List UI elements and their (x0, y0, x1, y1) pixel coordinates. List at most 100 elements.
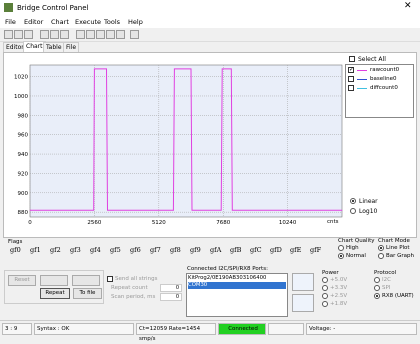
protocol-spi-radio[interactable] (374, 285, 380, 291)
maximize-button[interactable] (385, 3, 393, 11)
title-bar: Bridge Control Panel ✕ (0, 0, 420, 16)
menu-chart[interactable]: Chart (51, 18, 69, 26)
flag-gf2[interactable]: gf2 (50, 246, 61, 254)
radio-dot[interactable] (350, 198, 356, 204)
flag-gf5[interactable]: gf5 (110, 246, 121, 254)
data-point (106, 68, 107, 70)
open-icon[interactable] (14, 30, 23, 39)
legend-checkbox[interactable] (348, 66, 354, 73)
run-icon[interactable] (76, 30, 85, 39)
scale-log10-radio[interactable]: Log10 (350, 208, 400, 216)
protocol-rx8-radio[interactable] (374, 293, 380, 299)
protocol-i2c-radio[interactable] (374, 277, 380, 283)
new-icon[interactable] (4, 30, 13, 39)
scan-period-input[interactable]: 0 (160, 293, 182, 301)
protocol-rx8-label: RX8 (UART) (382, 293, 414, 299)
chart-mode-label: Chart Mode (378, 238, 410, 244)
menu-help[interactable]: Help (128, 18, 143, 26)
port-item[interactable]: KitProg2/0E190AB303106400 (188, 275, 286, 282)
flag-gf4[interactable]: gf4 (90, 246, 101, 254)
power-3v3-radio[interactable] (322, 285, 328, 291)
list-icon[interactable] (106, 30, 115, 39)
legend-row-diffcount0[interactable]: diffcount0 (348, 84, 413, 93)
power-2v5-radio[interactable] (322, 293, 328, 299)
repeat-count-input[interactable]: 0 (160, 284, 182, 292)
power-5v-radio[interactable] (322, 277, 328, 283)
flag-gf9[interactable]: gf9 (190, 246, 201, 254)
power-label: Power (322, 270, 339, 276)
flag-gf6[interactable]: gf6 (130, 246, 141, 254)
flag-gfD[interactable]: gfD (270, 246, 282, 254)
legend-row-baseline0[interactable]: baseline0 (348, 75, 413, 84)
log-icon[interactable] (116, 30, 125, 39)
data-point (221, 68, 223, 70)
app-icon (4, 3, 13, 12)
power-1v8-radio[interactable] (322, 301, 328, 307)
tab-table[interactable]: Table (43, 42, 65, 52)
scale-linear-radio[interactable]: Linear (350, 198, 400, 206)
y-tick-label: 900 (18, 191, 29, 197)
port-item-selected[interactable]: COM30 (188, 282, 286, 289)
flag-gfB[interactable]: gfB (230, 246, 241, 254)
flag-gfF[interactable]: gfF (310, 246, 321, 254)
chart-icon[interactable] (86, 30, 95, 39)
reset-button[interactable]: Reset (8, 275, 36, 286)
flag-gf7[interactable]: gf7 (150, 246, 161, 254)
to-file-button[interactable]: To file (73, 288, 102, 299)
flag-gf0[interactable]: gf0 (10, 246, 21, 254)
menu-tools[interactable]: Tools (104, 18, 120, 26)
menu-execute[interactable]: Execute (75, 18, 101, 26)
radio-dot[interactable] (350, 208, 356, 214)
connect-button[interactable] (292, 273, 314, 291)
select-all-checkbox[interactable]: Select All (349, 55, 409, 63)
status-bar: 3 : 9 Syntax : OK Ct=12059 Rate=1454 smp… (0, 320, 420, 342)
flag-gf1[interactable]: gf1 (30, 246, 41, 254)
y-tick-label: 920 (18, 171, 29, 177)
cursor-position: 3 : 9 (2, 323, 32, 335)
send-all-checkbox[interactable] (107, 276, 113, 282)
save-icon[interactable] (24, 30, 33, 39)
minimize-button[interactable] (366, 3, 374, 4)
chart-quality-label: Chart Quality (338, 238, 375, 244)
copy-icon[interactable] (50, 30, 59, 39)
legend-checkbox[interactable] (348, 85, 354, 91)
mode-line-label: Line Plot (386, 245, 410, 251)
y-tick-label: 1020 (14, 75, 28, 81)
quality-high-radio[interactable] (338, 245, 344, 251)
legend-checkbox[interactable] (348, 76, 354, 82)
menu-editor[interactable]: Editor (24, 18, 43, 26)
flag-gf3[interactable]: gf3 (70, 246, 81, 254)
menu-file[interactable]: File (5, 18, 16, 26)
close-button[interactable]: ✕ (404, 1, 412, 11)
legend-row-rawcount0[interactable]: rawcount0 (348, 66, 413, 75)
send-button[interactable] (40, 275, 68, 286)
select-all-box[interactable] (349, 56, 355, 62)
y-tick-label: 940 (18, 152, 29, 158)
repeat-button[interactable]: Repeat (40, 288, 70, 299)
settings-icon[interactable] (130, 30, 139, 39)
paste-icon[interactable] (60, 30, 69, 39)
ports-list[interactable]: KitProg2/0E190AB303106400 COM30 (186, 273, 288, 317)
flag-gfE[interactable]: gfE (290, 246, 301, 254)
mode-bar-radio[interactable] (378, 253, 384, 259)
flag-gf8[interactable]: gf8 (170, 246, 181, 254)
cut-icon[interactable] (40, 30, 49, 39)
x-tick-label: 5120 (152, 220, 166, 226)
mode-bar-label: Bar Graph (386, 253, 415, 259)
flag-gfC[interactable]: gfC (250, 246, 262, 254)
quality-normal-radio[interactable] (338, 253, 344, 259)
chart-panel: 880 900 920 940 960 980 1000 1020 0 2560 5120 7680 1… (3, 52, 417, 238)
table-icon[interactable] (96, 30, 105, 39)
y-tick-label: 980 (18, 113, 29, 119)
data-point (173, 209, 174, 211)
x-tick-label: 0 (28, 220, 32, 226)
flag-gfA[interactable]: gfA (210, 246, 221, 254)
status-blank (268, 323, 304, 335)
stop-button[interactable] (72, 275, 100, 286)
refresh-button[interactable] (292, 294, 314, 312)
data-point (341, 209, 343, 211)
legend-swatch (357, 70, 367, 71)
scale-linear-label: Linear (359, 198, 378, 205)
tab-file[interactable]: File (63, 42, 80, 52)
mode-line-radio[interactable] (378, 245, 384, 251)
